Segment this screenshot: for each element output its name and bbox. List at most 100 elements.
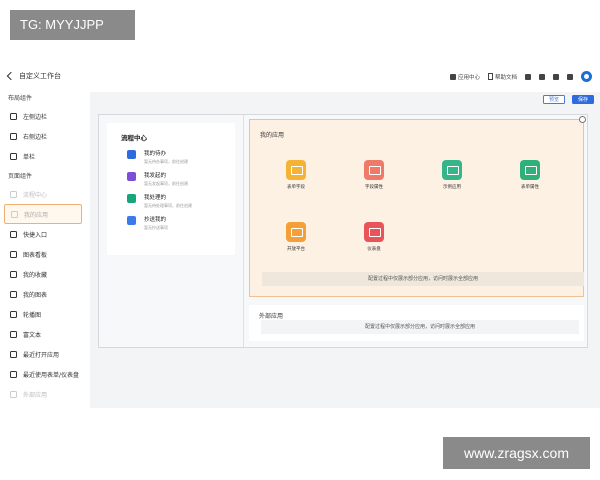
- app-center-link[interactable]: 应用中心: [449, 73, 480, 81]
- flow-center-panel[interactable]: 流程中心 我的待办 暂无待办事项，前往创建 我发起的 暂无发起事项，前往创建 我处理的暂…: [107, 123, 235, 255]
- sidebar-item-label: 我的收藏: [23, 271, 48, 279]
- flow-item[interactable]: 我处理的暂无待处理事项，前往创建: [127, 193, 192, 209]
- sidebar-item-page[interactable]: 我的图表: [0, 284, 88, 304]
- app-label: 表单属性: [521, 185, 539, 190]
- app-label: 开放平台: [287, 247, 305, 252]
- watermark-bottom: www.zragsx.com: [443, 437, 590, 469]
- chevron-left-icon: [6, 71, 16, 81]
- component-icon: [10, 310, 17, 318]
- page-preview-frame: 流程中心 我的待办 暂无待办事项，前往创建 我发起的 暂无发起事项，前往创建 我处理的暂…: [98, 114, 588, 348]
- sidebar-item-page: 外部应用: [0, 384, 88, 404]
- layout-components-list: 左侧边栏右侧边栏单栏: [0, 106, 88, 166]
- flow-center-title: 流程中心: [121, 134, 147, 142]
- sidebar-item-layout[interactable]: 右侧边栏: [0, 126, 88, 146]
- component-sidebar: 布局组件 左侧边栏右侧边栏单栏 页面组件 流程中心我的应用快捷入口图表看板我的收…: [0, 92, 88, 408]
- sidebar-item-label: 富文本: [23, 331, 42, 339]
- sidebar-item-label: 图表看板: [23, 251, 48, 259]
- component-icon: [10, 190, 17, 198]
- my-apps-title: 我的应用: [260, 132, 285, 139]
- mail-icon[interactable]: [553, 73, 559, 80]
- app-tile[interactable]: 示例应用: [432, 160, 472, 190]
- sidebar-item-label: 右侧边栏: [23, 133, 48, 141]
- sidebar-item-page[interactable]: 我的应用: [4, 204, 82, 224]
- app-icon: [364, 160, 384, 180]
- page-title: 自定义工作台: [19, 72, 61, 80]
- flow-item-title: 我的待办: [144, 151, 167, 157]
- component-icon: [10, 250, 17, 258]
- flow-item-subtitle: 暂无待处理事项，前往创建: [144, 203, 192, 208]
- flow-item-icon: [127, 172, 136, 181]
- app-label: 表单字段: [287, 185, 305, 190]
- back-button[interactable]: 自定义工作台: [6, 71, 61, 81]
- sidebar-item-page[interactable]: 最近使用表单/仪表盘: [0, 364, 88, 384]
- component-icon: [10, 230, 17, 238]
- message-icon[interactable]: [539, 73, 545, 80]
- component-icon: [11, 210, 18, 218]
- layout-components-title: 布局组件: [8, 95, 33, 102]
- app-label: 仪表盘: [367, 247, 381, 252]
- flow-item-icon: [127, 194, 136, 203]
- sidebar-item-label: 轮播图: [23, 311, 42, 319]
- header-actions: 应用中心 帮助文档: [449, 71, 592, 82]
- flow-item-subtitle: 暂无发起事项，前往创建: [144, 181, 188, 186]
- component-icon: [10, 330, 17, 338]
- sidebar-item-layout[interactable]: 单栏: [0, 146, 88, 166]
- watermark-top: TG: MYYJJPP: [10, 10, 135, 40]
- help-docs-label: 帮助文档: [494, 74, 517, 81]
- sidebar-item-page[interactable]: 最近打开应用: [0, 344, 88, 364]
- brand-logo-icon[interactable]: [581, 71, 592, 82]
- flow-item-icon: [127, 150, 136, 159]
- user-icon[interactable]: [525, 73, 531, 80]
- gear-icon[interactable]: [579, 116, 586, 123]
- component-icon: [10, 290, 17, 298]
- flow-item-title: 我处理的: [144, 195, 167, 201]
- sidebar-item-page[interactable]: 快捷入口: [0, 224, 88, 244]
- sidebar-item-label: 我的应用: [24, 211, 49, 219]
- preview-button[interactable]: 预览: [543, 95, 566, 104]
- sidebar-item-label: 最近使用表单/仪表盘: [23, 371, 80, 379]
- app-tile[interactable]: 开放平台: [276, 222, 316, 252]
- column-divider: [243, 115, 244, 347]
- sidebar-item-layout[interactable]: 左侧边栏: [0, 106, 88, 126]
- flow-item-subtitle: 暂无待办事项，前往创建: [144, 159, 188, 164]
- settings-icon[interactable]: [567, 73, 573, 80]
- page-components-list: 流程中心我的应用快捷入口图表看板我的收藏我的图表轮播图富文本最近打开应用最近使用…: [0, 184, 88, 404]
- app-icon: [520, 160, 540, 180]
- flow-item[interactable]: 我的待办暂无待办事项，前往创建: [127, 149, 188, 165]
- app-label: 字段属性: [365, 185, 383, 190]
- app-label: 示例应用: [443, 185, 461, 190]
- document-icon: [487, 73, 493, 80]
- layout-icon: [10, 132, 17, 140]
- sidebar-item-page[interactable]: 我的收藏: [0, 264, 88, 284]
- external-apps-panel[interactable]: 外部应用 配置过程中仅展示部分应用，访问时展示全部应用: [249, 305, 584, 341]
- page-components-title: 页面组件: [8, 173, 33, 180]
- flow-item[interactable]: 抄送我的暂无抄送事项: [127, 215, 168, 231]
- sidebar-item-label: 快捷入口: [23, 231, 48, 239]
- app-icon: [286, 222, 306, 242]
- flow-item[interactable]: 我发起的 暂无发起事项，前往创建: [127, 171, 188, 187]
- help-docs-link[interactable]: 帮助文档: [487, 73, 517, 81]
- grid-icon: [449, 73, 456, 80]
- external-apps-title: 外部应用: [259, 313, 284, 320]
- flow-item-subtitle: 暂无抄送事项: [144, 225, 168, 230]
- sidebar-item-page[interactable]: 富文本: [0, 324, 88, 344]
- layout-icon: [10, 152, 17, 160]
- app-tile[interactable]: 表单属性: [510, 160, 550, 190]
- sidebar-item-label: 单栏: [23, 153, 36, 161]
- sidebar-item-label: 我的图表: [23, 291, 48, 299]
- component-icon: [10, 270, 17, 278]
- sidebar-item-page[interactable]: 轮播图: [0, 304, 88, 324]
- app-tile[interactable]: 表单字段: [276, 160, 316, 190]
- component-icon: [10, 390, 17, 398]
- app-center-label: 应用中心: [457, 74, 480, 81]
- save-button[interactable]: 保存: [572, 95, 595, 104]
- sidebar-item-page[interactable]: 图表看板: [0, 244, 88, 264]
- workspace-canvas: 预览 保存 流程中心 我的待办暂无待办事项，前往创建我发起的 暂无发起事项，前往创…: [90, 92, 600, 408]
- app-tile[interactable]: 字段属性: [354, 160, 394, 190]
- sidebar-item-page: 流程中心: [0, 184, 88, 204]
- app-header: 自定义工作台 应用中心 帮助文档: [0, 68, 600, 90]
- my-apps-panel[interactable]: 我的应用 表单字段 字段属性 示例应用 表单属性 开放平台 仪表盘 配置过程中仅展示部分应…: [249, 116, 586, 297]
- flow-item-title: 抄送我的: [144, 217, 167, 223]
- app-tile[interactable]: 仪表盘: [354, 222, 394, 252]
- app-icon: [442, 160, 462, 180]
